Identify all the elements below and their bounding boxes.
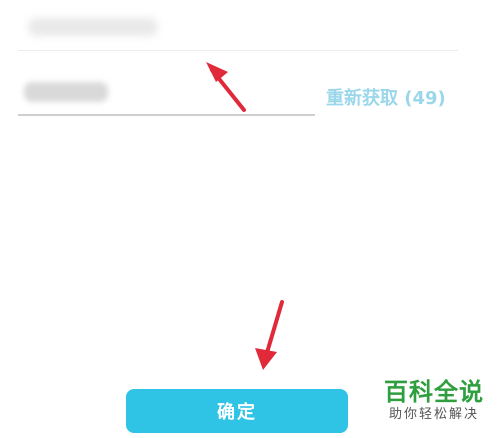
phone-number-obscured (28, 18, 158, 36)
phone-field[interactable] (18, 6, 458, 51)
verification-code-input[interactable] (18, 70, 315, 114)
watermark-title: 百科全说 (384, 378, 484, 406)
verification-code-field[interactable] (18, 70, 315, 116)
confirm-button[interactable]: 确定 (126, 389, 348, 433)
arrow-to-confirm-button-icon (255, 300, 284, 370)
watermark-logo: 百科全说 助你轻松解决 (378, 378, 490, 430)
annotation-arrows (206, 62, 284, 370)
resend-code-button[interactable]: 重新获取 (49) (326, 84, 446, 110)
watermark-subtitle: 助你轻松解决 (388, 407, 479, 422)
